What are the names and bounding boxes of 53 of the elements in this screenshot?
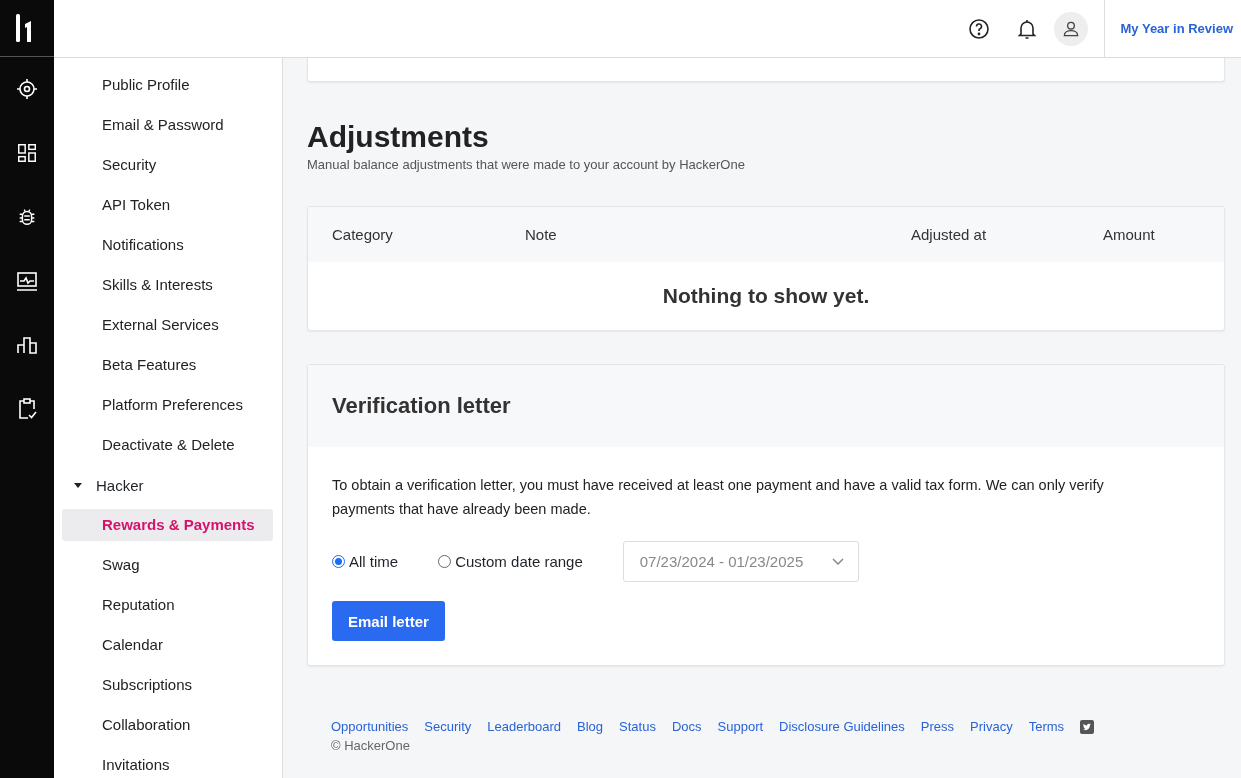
column-header: Adjusted at xyxy=(911,226,988,243)
column-header: Category xyxy=(332,226,394,243)
footer-link[interactable]: Terms xyxy=(1028,719,1065,734)
dashboard-icon[interactable] xyxy=(16,142,38,164)
radio-option[interactable]: Custom date range xyxy=(438,553,583,570)
sidebar-item[interactable]: Swag xyxy=(62,549,273,581)
card-title: Verification letter xyxy=(332,393,511,419)
sidebar-item[interactable]: Beta Features xyxy=(62,349,273,381)
footer-link[interactable]: Support xyxy=(717,719,764,734)
section-subtitle: Manual balance adjustments that were made to your account by HackerOne xyxy=(307,157,746,172)
sidebar-item[interactable]: Reputation xyxy=(62,589,273,621)
sidebar-item[interactable]: Notifications xyxy=(62,229,273,261)
sidebar-item[interactable]: Subscriptions xyxy=(62,669,273,701)
sidebar-item[interactable]: API Token xyxy=(62,189,273,221)
radio-button[interactable] xyxy=(332,555,345,568)
footer-link[interactable]: Leaderboard xyxy=(487,719,562,734)
chevron-down-icon xyxy=(831,558,844,565)
sidebar-item[interactable]: Skills & Interests xyxy=(62,269,273,301)
sidebar-item[interactable]: Public Profile xyxy=(62,69,273,101)
sidebar-item[interactable]: Invitations xyxy=(62,749,273,778)
section-title: Adjustments xyxy=(307,120,490,154)
caret-icon[interactable] xyxy=(74,482,82,488)
footer-link[interactable]: Docs xyxy=(671,719,702,734)
footer-link[interactable]: Status xyxy=(619,719,656,734)
column-header: Note xyxy=(525,226,558,243)
sidebar-item[interactable]: Email & Password xyxy=(62,109,273,141)
sidebar-item[interactable]: Collaboration xyxy=(62,709,273,741)
footer-link[interactable]: Blog xyxy=(577,719,604,734)
verification-description: To obtain a verification letter, you must have received at least one payment and have a valid tax form. We can only verify payments that have already been made. xyxy=(332,476,1105,519)
email-letter-button[interactable]: Email letter xyxy=(332,601,445,641)
sidebar-item[interactable]: Calendar xyxy=(62,629,273,661)
year-in-review-link[interactable]: My Year in Review xyxy=(1104,21,1241,36)
footer-link[interactable]: Press xyxy=(920,719,955,734)
twitter-icon[interactable] xyxy=(1080,719,1095,734)
target-icon[interactable] xyxy=(15,77,39,101)
footer-link[interactable]: Privacy xyxy=(970,719,1013,734)
copyright-text: © HackerOne xyxy=(331,738,411,753)
footer-link[interactable]: Security xyxy=(424,719,472,734)
sidebar-item[interactable]: External Services xyxy=(62,309,273,341)
radio-button[interactable] xyxy=(438,555,452,568)
sidebar-group[interactable]: Hacker xyxy=(96,476,144,494)
avatar-button[interactable] xyxy=(1053,11,1088,46)
footer-link[interactable]: Disclosure Guidelines xyxy=(779,719,905,734)
monitor-icon[interactable] xyxy=(15,269,39,293)
sidebar-item[interactable]: Rewards & Payments xyxy=(62,509,273,541)
empty-message: Nothing to show yet. xyxy=(661,283,871,309)
footer-link[interactable]: Opportunities xyxy=(331,719,409,734)
sidebar-item[interactable]: Security xyxy=(62,149,273,181)
column-header: Amount xyxy=(1103,226,1156,243)
sidebar-item[interactable]: Deactivate & Delete xyxy=(62,429,273,461)
help-icon[interactable] xyxy=(966,16,991,41)
sidebar-item[interactable]: Platform Preferences xyxy=(62,389,273,421)
radio-option[interactable]: All time xyxy=(332,553,399,570)
